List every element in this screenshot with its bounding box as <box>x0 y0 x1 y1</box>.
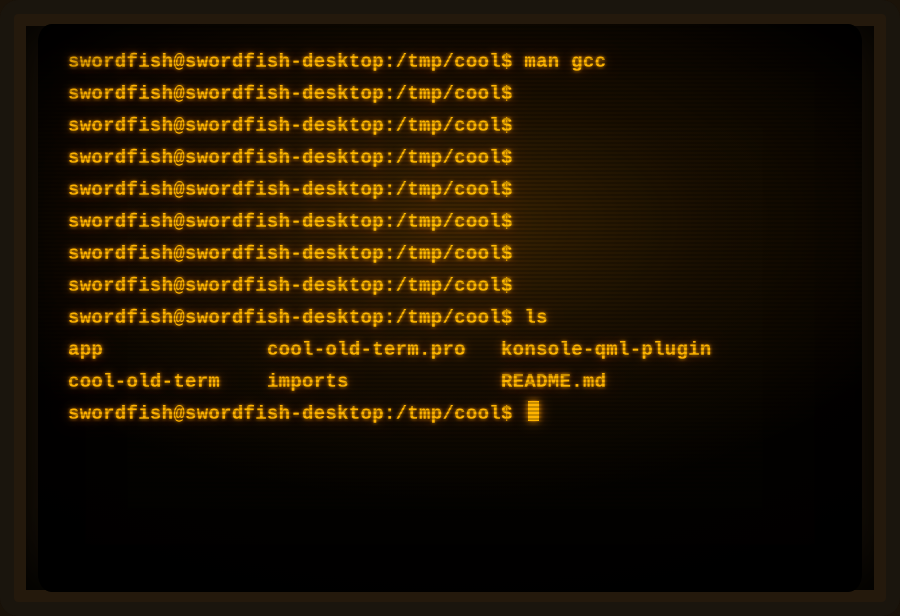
shell-prompt: swordfish@swordfish-desktop:/tmp/cool$ <box>68 307 513 329</box>
shell-prompt: swordfish@swordfish-desktop:/tmp/cool$ <box>68 243 513 265</box>
terminal-line: swordfish@swordfish-desktop:/tmp/cool$ <box>68 270 832 302</box>
shell-command: ls <box>524 307 547 329</box>
terminal-line: swordfish@swordfish-desktop:/tmp/cool$ <box>68 174 832 206</box>
shell-command: man gcc <box>524 51 606 73</box>
ls-row: app cool-old-term.pro konsole-qml-plugin <box>68 334 832 366</box>
shell-prompt: swordfish@swordfish-desktop:/tmp/cool$ <box>68 275 513 297</box>
ls-entry: imports <box>267 366 501 398</box>
ls-entry: app <box>68 334 267 366</box>
ls-entry: README.md <box>501 366 606 398</box>
shell-prompt: swordfish@swordfish-desktop:/tmp/cool$ <box>68 115 513 137</box>
crt-stage: swordfish@swordfish-desktop:/tmp/cool$ m… <box>0 0 900 616</box>
shell-prompt: swordfish@swordfish-desktop:/tmp/cool$ <box>68 83 513 105</box>
terminal-line: swordfish@swordfish-desktop:/tmp/cool$ l… <box>68 302 832 334</box>
shell-prompt: swordfish@swordfish-desktop:/tmp/cool$ <box>68 51 513 73</box>
ls-entry: cool-old-term <box>68 366 267 398</box>
shell-prompt: swordfish@swordfish-desktop:/tmp/cool$ <box>68 147 513 169</box>
terminal-current-line[interactable]: swordfish@swordfish-desktop:/tmp/cool$ <box>68 398 832 430</box>
ls-row: cool-old-term imports README.md <box>68 366 832 398</box>
cursor-block-icon <box>528 401 539 421</box>
terminal-line: swordfish@swordfish-desktop:/tmp/cool$ <box>68 206 832 238</box>
terminal-line: swordfish@swordfish-desktop:/tmp/cool$ <box>68 110 832 142</box>
ls-entry: konsole-qml-plugin <box>501 334 712 366</box>
terminal-line: swordfish@swordfish-desktop:/tmp/cool$ m… <box>68 46 832 78</box>
shell-prompt: swordfish@swordfish-desktop:/tmp/cool$ <box>68 211 513 233</box>
ls-entry: cool-old-term.pro <box>267 334 501 366</box>
shell-prompt: swordfish@swordfish-desktop:/tmp/cool$ <box>68 403 513 425</box>
terminal-line: swordfish@swordfish-desktop:/tmp/cool$ <box>68 142 832 174</box>
terminal-line: swordfish@swordfish-desktop:/tmp/cool$ <box>68 78 832 110</box>
terminal-line: swordfish@swordfish-desktop:/tmp/cool$ <box>68 238 832 270</box>
shell-prompt: swordfish@swordfish-desktop:/tmp/cool$ <box>68 179 513 201</box>
crt-screen: swordfish@swordfish-desktop:/tmp/cool$ m… <box>38 24 862 592</box>
terminal-output[interactable]: swordfish@swordfish-desktop:/tmp/cool$ m… <box>68 46 832 430</box>
